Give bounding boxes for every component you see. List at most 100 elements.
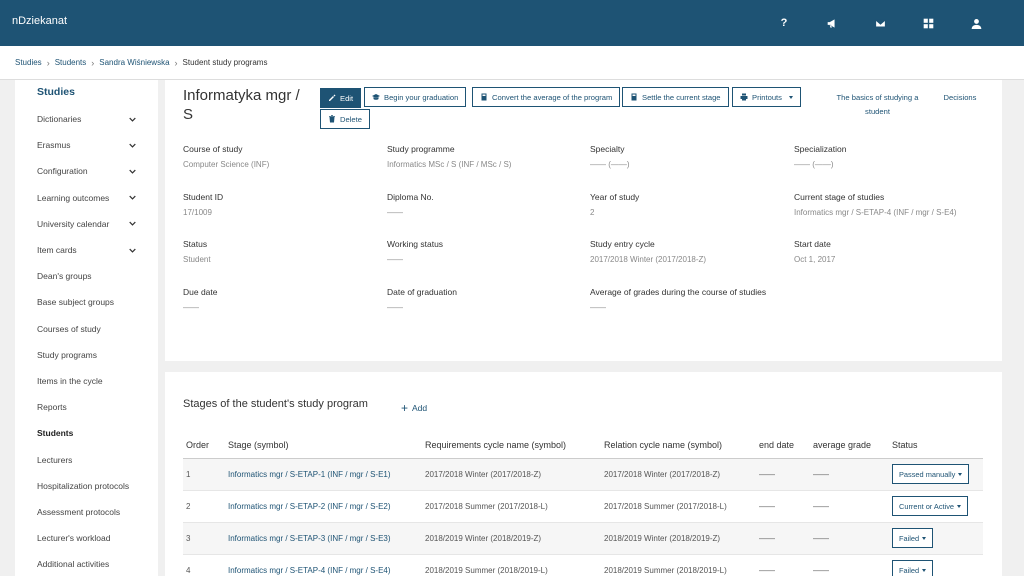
detail-field: Date of graduation —— xyxy=(387,287,587,312)
detail-field: Working status —— xyxy=(387,239,587,264)
sidebar-item-label: Assessment protocols xyxy=(37,506,121,517)
sidebar-item[interactable]: Study programs xyxy=(15,342,158,368)
status-cell: Failed xyxy=(889,522,983,555)
sidebar-item-label: Dictionaries xyxy=(37,114,82,125)
sidebar-menu: Dictionaries Erasmus Configuration Learning… xyxy=(15,106,158,576)
pencil-icon xyxy=(329,94,336,101)
decisions-link[interactable]: Decisions xyxy=(940,91,980,105)
status-cell: Current or Active xyxy=(889,490,983,523)
stage-link[interactable]: Informatics mgr / S-ETAP-4 (INF / mgr / … xyxy=(225,554,422,576)
col-relation-cycle: Relation cycle name (symbol) xyxy=(601,432,756,459)
app-title[interactable]: nDziekanat xyxy=(12,15,67,27)
status-dropdown[interactable]: Current or Active xyxy=(892,496,969,516)
status-dropdown[interactable]: Failed xyxy=(892,560,934,576)
sidebar-item[interactable]: Lecturer's workload xyxy=(15,525,158,551)
col-order: Order xyxy=(183,432,225,459)
chevron-right-icon: › xyxy=(91,57,95,68)
settle-stage-button[interactable]: Settle the current stage xyxy=(622,87,729,107)
sidebar-item-label: Configuration xyxy=(37,166,88,177)
detail-field: Current stage of studies Informatics mgr … xyxy=(794,192,994,217)
sidebar-item-label: Courses of study xyxy=(37,323,101,334)
sidebar-item[interactable]: Additional activities xyxy=(15,551,158,576)
chevron-down-icon xyxy=(129,117,136,122)
field-label: Study entry cycle xyxy=(590,239,655,249)
col-average-grade: average grade xyxy=(810,432,889,459)
breadcrumb-current: Student study programs xyxy=(182,58,268,67)
sidebar-item[interactable]: Item cards xyxy=(15,237,158,263)
field-value: —— xyxy=(387,302,403,312)
detail-field: Study programme Informatics MSc / S (INF … xyxy=(387,144,587,169)
sidebar-item[interactable]: Learning outcomes xyxy=(15,185,158,211)
sidebar-title[interactable]: Studies xyxy=(37,86,75,98)
add-stage-button[interactable]: + Add xyxy=(401,401,427,415)
sidebar-item-label: Base subject groups xyxy=(37,297,115,308)
sidebar-item[interactable]: Reports xyxy=(15,394,158,420)
user-icon[interactable] xyxy=(952,18,1000,29)
detail-field: Diploma No. —— xyxy=(387,192,587,217)
field-value: Computer Science (INF) xyxy=(183,160,270,169)
sidebar-item[interactable]: Courses of study xyxy=(15,316,158,342)
sidebar-item[interactable]: University calendar xyxy=(15,211,158,237)
printouts-dropdown[interactable]: Printouts xyxy=(732,87,801,107)
sidebar-item[interactable]: Lecturers xyxy=(15,446,158,472)
convert-average-button[interactable]: Convert the average of the program xyxy=(472,87,621,107)
grid-icon[interactable] xyxy=(904,18,952,29)
relation-cycle: 2018/2019 Winter (2018/2019-Z) xyxy=(601,522,756,555)
status-dropdown[interactable]: Passed manually xyxy=(892,464,970,484)
sidebar-item[interactable]: Configuration xyxy=(15,158,158,184)
field-value: 2 xyxy=(590,207,595,217)
sidebar-item[interactable]: Erasmus xyxy=(15,132,158,158)
sidebar-item[interactable]: Dean's groups xyxy=(15,263,158,289)
table-row: 1 Informatics mgr / S-ETAP-1 (INF / mgr /… xyxy=(183,458,983,491)
status-cell: Failed xyxy=(889,554,983,576)
caret-down-icon xyxy=(922,536,927,540)
sidebar-item[interactable]: Base subject groups xyxy=(15,289,158,315)
edit-button[interactable]: Edit xyxy=(320,88,362,108)
sidebar-item-label: Learning outcomes xyxy=(37,192,110,203)
stage-link[interactable]: Informatics mgr / S-ETAP-3 (INF / mgr / … xyxy=(225,522,422,555)
breadcrumb-studies[interactable]: Studies xyxy=(15,58,42,67)
detail-field: Status Student xyxy=(183,239,383,264)
status-label: Passed manually xyxy=(899,469,956,479)
field-label: Average of grades during the course of s… xyxy=(590,286,767,297)
sidebar-item[interactable]: Assessment protocols xyxy=(15,499,158,525)
sidebar-item[interactable]: Dictionaries xyxy=(15,106,158,132)
field-value: Informatics mgr / S-ETAP-4 (INF / mgr / … xyxy=(794,207,957,217)
status-label: Failed xyxy=(899,533,920,543)
field-label: Diploma No. xyxy=(387,191,434,202)
col-stage: Stage (symbol) xyxy=(225,432,422,459)
stage-link[interactable]: Informatics mgr / S-ETAP-2 (INF / mgr / … xyxy=(225,490,422,523)
field-label: Year of study xyxy=(590,191,640,202)
delete-button[interactable]: Delete xyxy=(320,109,370,129)
status-dropdown[interactable]: Failed xyxy=(892,528,934,548)
stage-order: 4 xyxy=(183,554,225,576)
sidebar-item[interactable]: Students xyxy=(15,420,158,446)
table-row: 2 Informatics mgr / S-ETAP-2 (INF / mgr /… xyxy=(183,490,983,523)
stage-order: 2 xyxy=(183,490,225,523)
col-status: Status xyxy=(889,432,983,459)
sidebar-item[interactable]: Items in the cycle xyxy=(15,368,158,394)
status-label: Failed xyxy=(899,565,920,575)
field-label: Specialization xyxy=(794,144,847,154)
help-icon[interactable]: ? xyxy=(760,17,808,29)
col-end-date: end date xyxy=(756,432,810,459)
chevron-right-icon: › xyxy=(174,57,178,68)
sidebar-item-label: Students xyxy=(37,428,74,439)
calculator-icon xyxy=(631,93,637,101)
chevron-down-icon xyxy=(129,195,136,200)
megaphone-icon[interactable] xyxy=(808,18,856,29)
breadcrumb-students[interactable]: Students xyxy=(55,58,87,67)
begin-graduation-button[interactable]: Begin your graduation xyxy=(364,87,467,107)
chevron-right-icon: › xyxy=(46,57,50,68)
field-value: 17/1009 xyxy=(183,207,212,217)
sidebar-item[interactable]: Hospitalization protocols xyxy=(15,473,158,499)
field-label: Due date xyxy=(183,286,218,297)
breadcrumb-student[interactable]: Sandra Wiśniewska xyxy=(99,58,169,67)
caret-down-icon xyxy=(957,504,962,508)
requirements-cycle: 2017/2018 Winter (2017/2018-Z) xyxy=(422,458,601,491)
stage-link[interactable]: Informatics mgr / S-ETAP-1 (INF / mgr / … xyxy=(225,458,422,491)
field-value: Informatics MSc / S (INF / MSc / S) xyxy=(387,160,512,169)
basics-of-studying-link[interactable]: The basics of studying a student xyxy=(830,91,925,119)
envelope-icon[interactable] xyxy=(856,18,904,29)
relation-cycle: 2018/2019 Summer (2018/2019-L) xyxy=(601,554,756,576)
